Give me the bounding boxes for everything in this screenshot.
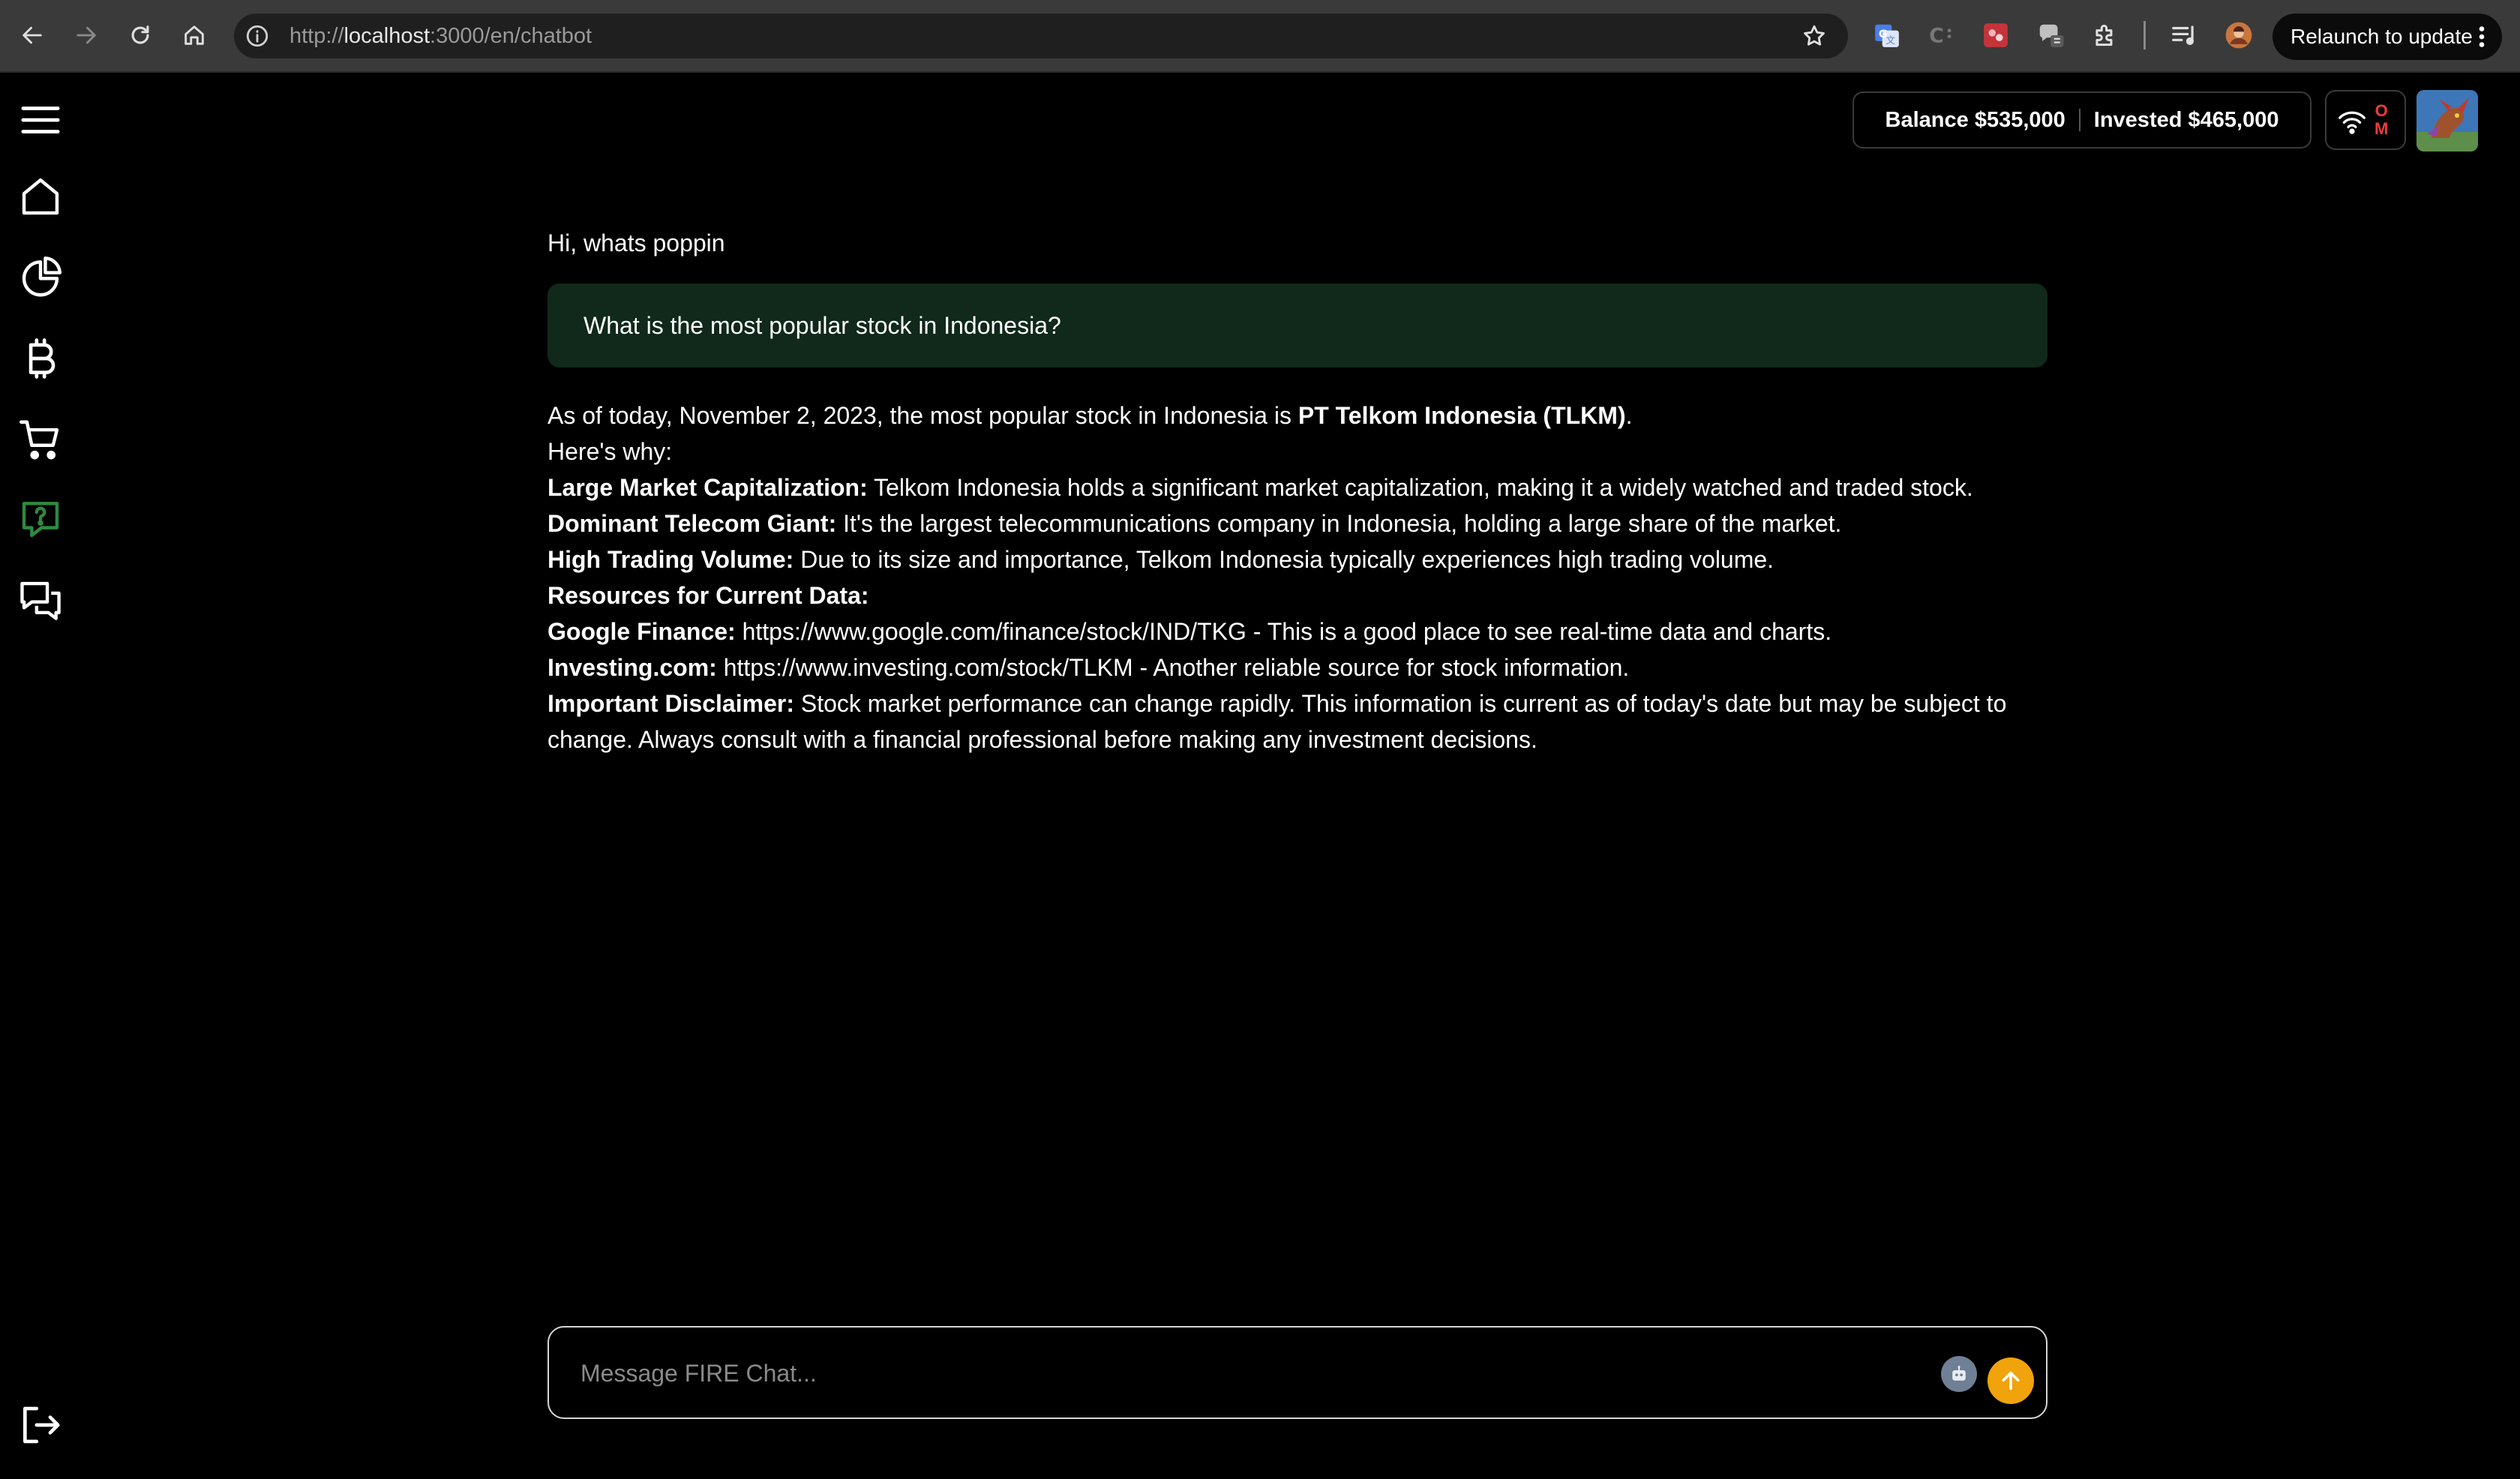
pie-chart-icon[interactable]	[15, 252, 66, 303]
relaunch-button[interactable]: Relaunch to update	[2272, 14, 2502, 60]
answer-heres-why: Here's why:	[548, 438, 673, 465]
logout-icon[interactable]	[15, 1400, 66, 1450]
answer-point: High Trading Volume: Due to its size and…	[548, 546, 1774, 573]
robot-icon	[1952, 1366, 1966, 1381]
bot-answer: As of today, November 2, 2023, the most …	[548, 398, 2048, 758]
bookmark-star-icon[interactable]	[1802, 23, 1827, 49]
chat-thread: Hi, whats poppin What is the most popula…	[548, 225, 2048, 758]
bot-greeting: Hi, whats poppin	[548, 230, 725, 256]
relaunch-label: Relaunch to update	[2290, 25, 2473, 48]
back-icon[interactable]	[14, 16, 51, 54]
invested-value: Invested $465,000	[2093, 107, 2279, 132]
puzzle-red-extension-icon[interactable]	[1980, 20, 2012, 51]
translate-extension-icon[interactable]: G文	[1871, 20, 1903, 51]
cart-icon[interactable]	[15, 414, 66, 465]
chat-extension-icon[interactable]	[2035, 20, 2066, 51]
browser-toolbar: http://localhost:3000/en/chatbot G文 C Re…	[0, 0, 2520, 73]
wifi-icon	[2338, 111, 2366, 134]
reload-icon[interactable]	[122, 16, 159, 54]
url-text: http://localhost:3000/en/chatbot	[290, 24, 592, 48]
help-chat-icon[interactable]	[15, 494, 66, 544]
arrow-up-icon	[2002, 1371, 2020, 1390]
toolbar-divider	[2144, 21, 2146, 50]
user-message-text: What is the most popular stock in Indone…	[584, 312, 1061, 339]
stats-divider	[2078, 109, 2080, 131]
home-icon[interactable]	[15, 171, 66, 222]
portfolio-stats: Balance $535,000 Invested $465,000	[1852, 92, 2312, 148]
answer-resources-heading: Resources for Current Data:	[548, 582, 869, 609]
forward-icon[interactable]	[68, 16, 105, 54]
user-message: What is the most popular stock in Indone…	[548, 284, 2048, 368]
message-composer	[548, 1326, 2048, 1419]
answer-point: Dominant Telecom Giant: It's the largest…	[548, 510, 1842, 537]
site-info-icon[interactable]	[244, 23, 270, 49]
answer-point: Large Market Capitalization: Telkom Indo…	[548, 474, 1973, 501]
extensions-puzzle-icon[interactable]	[2090, 20, 2121, 51]
svg-text:C: C	[1929, 25, 1944, 48]
market-status-label: O M	[2374, 101, 2389, 138]
chat-bubbles-icon[interactable]	[15, 574, 66, 626]
more-menu-icon[interactable]	[2476, 26, 2487, 48]
send-button[interactable]	[1988, 1358, 2034, 1404]
c-extension-icon[interactable]: C	[1925, 20, 1957, 51]
profile-avatar-icon[interactable]	[2223, 20, 2254, 51]
balance-value: Balance $535,000	[1885, 107, 2066, 132]
answer-resource: Investing.com: https://www.investing.com…	[548, 654, 1630, 681]
bot-mode-button[interactable]	[1941, 1356, 1977, 1392]
svg-text:文: 文	[1886, 34, 1895, 46]
message-input[interactable]	[579, 1328, 1932, 1419]
answer-resource: Google Finance: https://www.google.com/f…	[548, 618, 1832, 645]
bitcoin-icon[interactable]	[15, 333, 66, 384]
menu-icon[interactable]	[15, 94, 66, 146]
address-bar[interactable]: http://localhost:3000/en/chatbot	[234, 14, 1848, 58]
answer-disclaimer: Important Disclaimer: Stock market perfo…	[548, 690, 2007, 753]
avatar[interactable]	[2416, 90, 2478, 152]
connection-status[interactable]: O M	[2325, 90, 2406, 150]
home-browser-icon[interactable]	[176, 16, 213, 54]
media-control-icon[interactable]	[2168, 20, 2200, 51]
answer-intro: As of today, November 2, 2023, the most …	[548, 402, 1633, 429]
